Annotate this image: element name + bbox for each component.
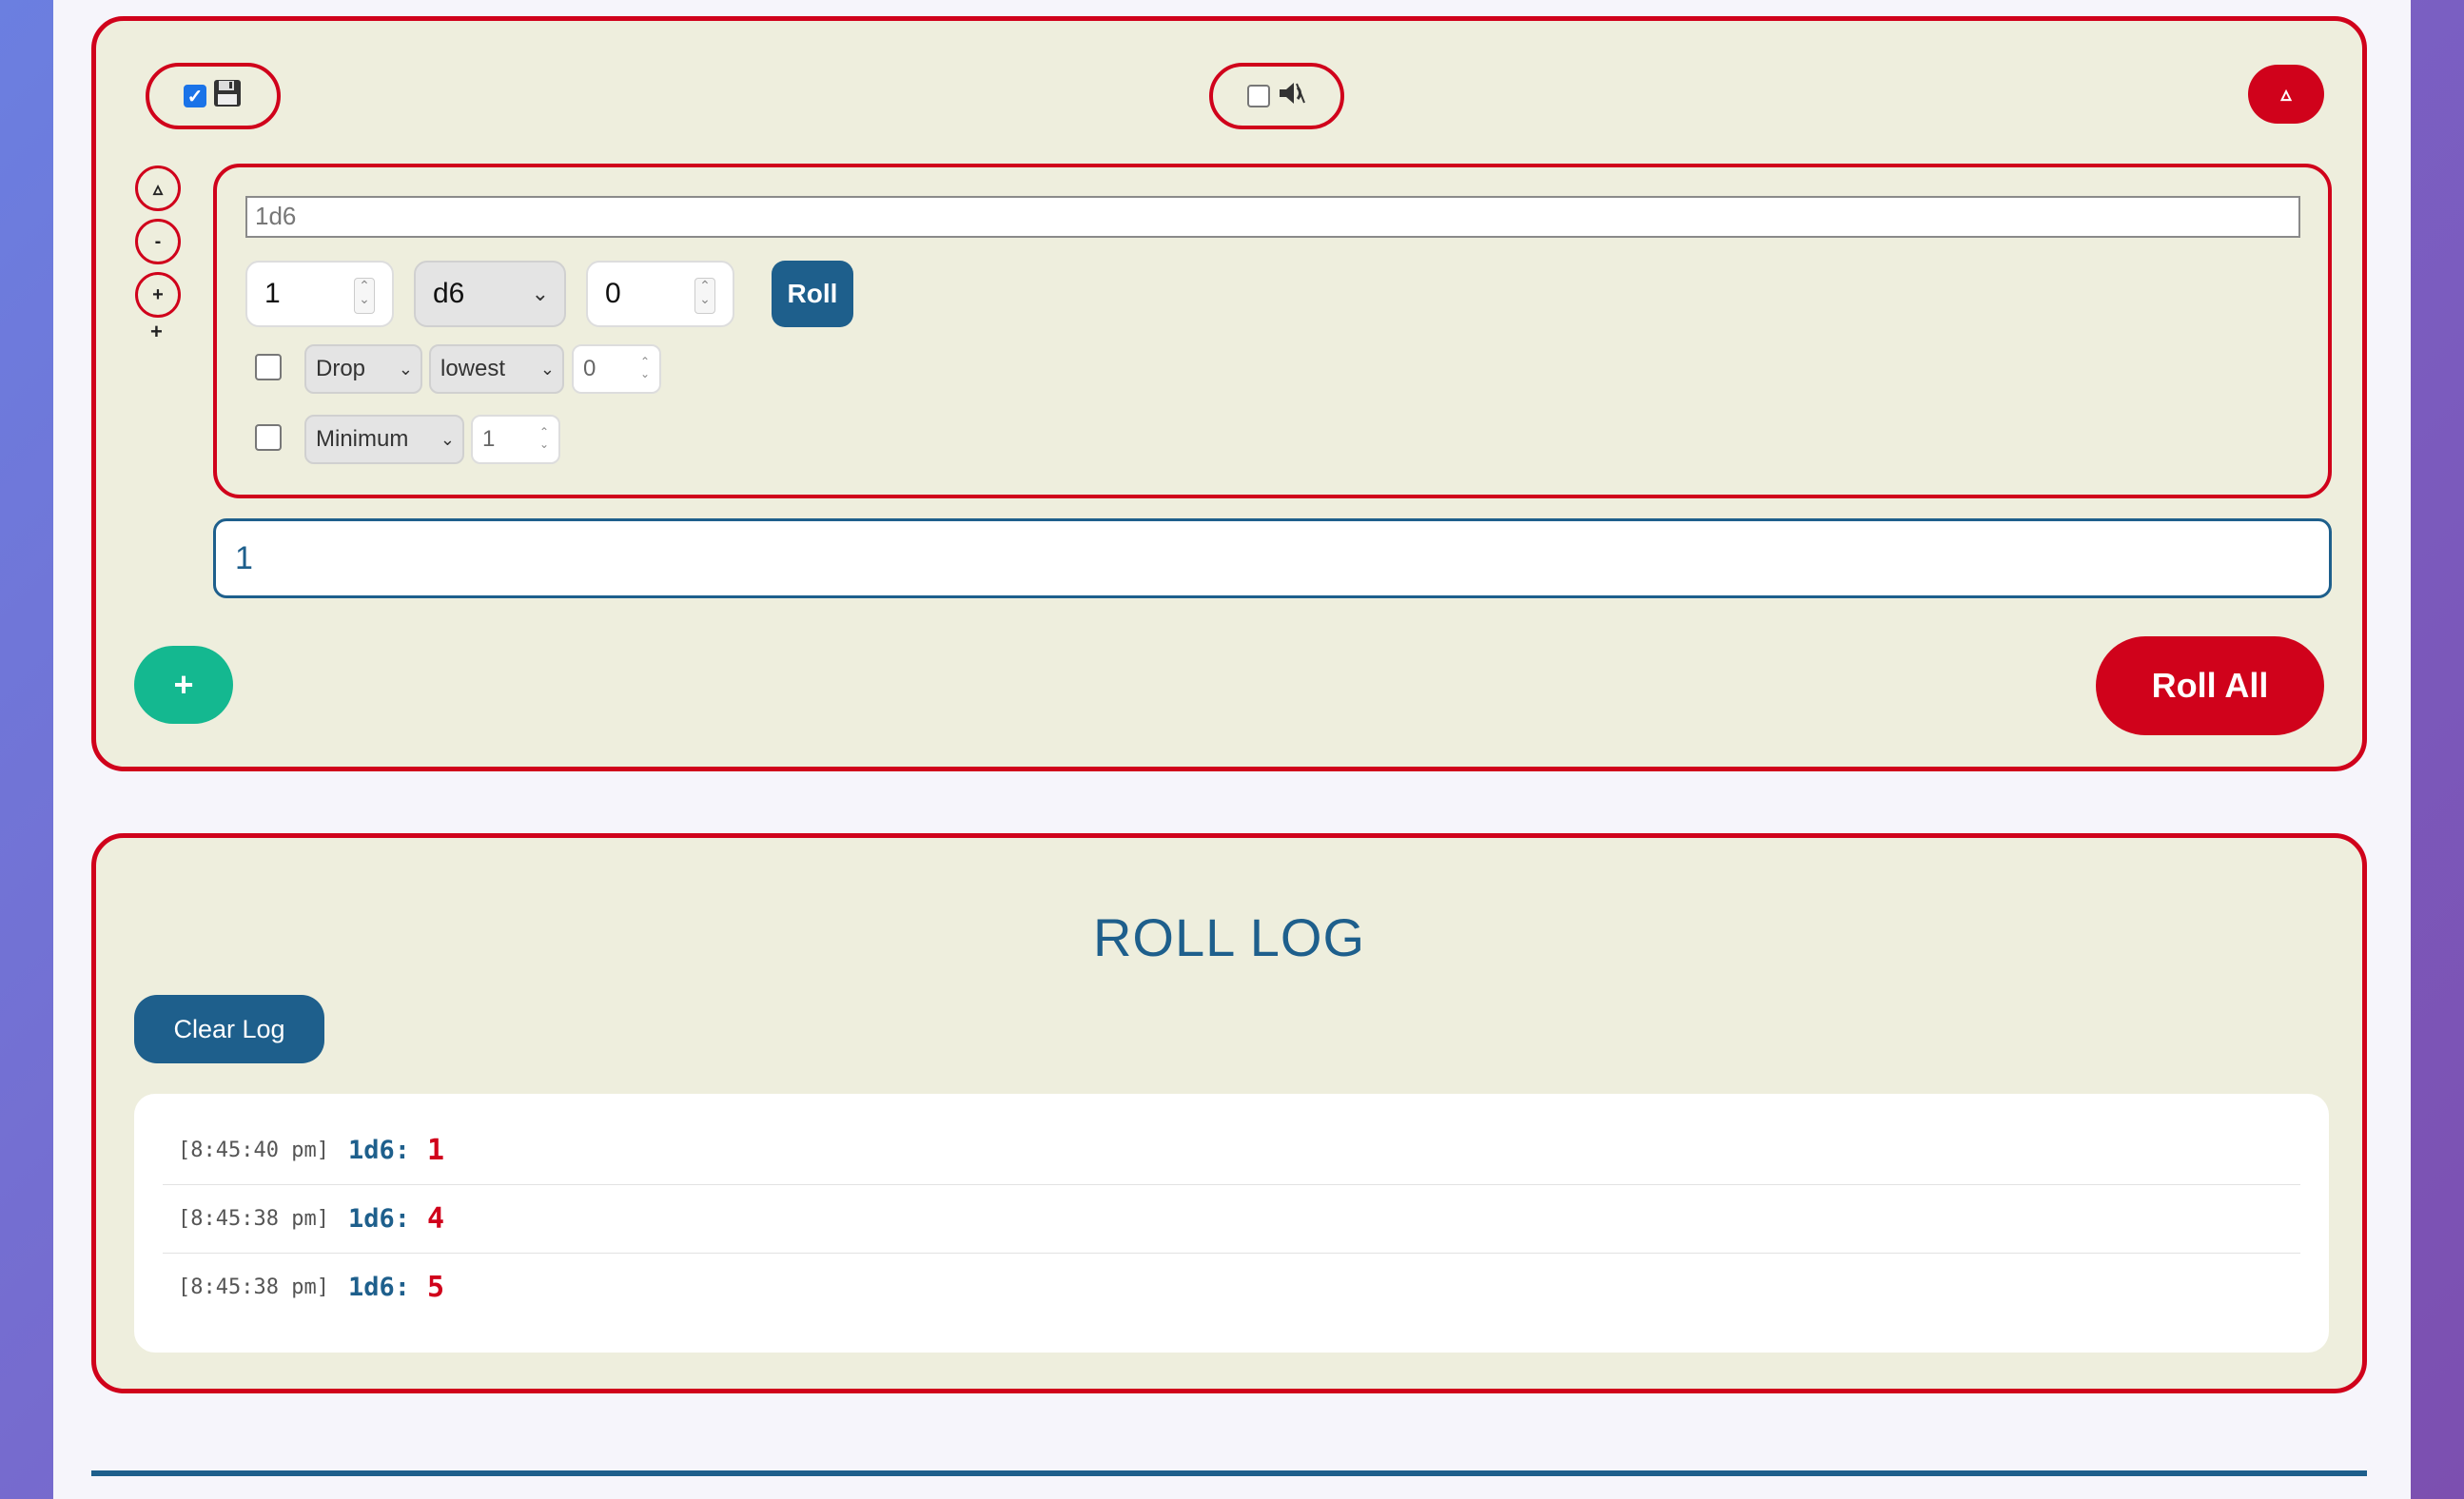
log-expression: 1d6: (347, 1204, 410, 1234)
page: ✓ ▵ ▵ - + + 1d6 1 ⌃ ⌄ d6 ⌄ 0 ⌃ ⌄ Roll Dr… (53, 0, 2411, 1499)
die-type-value: d6 (433, 278, 465, 309)
remove-group-button[interactable]: - (135, 219, 181, 264)
minimum-mode-value: Minimum (316, 426, 409, 452)
collapse-group-button[interactable]: ▵ (135, 165, 181, 211)
log-title: ROLL LOG (1092, 907, 1366, 967)
dice-count-input[interactable]: 1 ⌃ ⌄ (245, 261, 394, 327)
log-entry: [8:45:38 pm] 1d6: 5 (163, 1254, 2300, 1321)
drop-which-value: lowest (440, 356, 506, 381)
dice-panel: ✓ ▵ ▵ - + + 1d6 1 ⌃ ⌄ d6 ⌄ 0 ⌃ ⌄ Roll Dr… (91, 16, 2367, 771)
drop-mode-value: Drop (316, 356, 366, 381)
group-result: 1 (213, 518, 2332, 598)
chevron-down-icon: ⌄ (539, 359, 555, 379)
log-expression: 1d6: (347, 1273, 410, 1302)
log-value: 1 (426, 1134, 445, 1167)
sound-toggle[interactable] (1209, 63, 1344, 129)
log-time: [8:45:38 pm] (178, 1207, 329, 1231)
chevron-down-icon: ⌄ (531, 282, 549, 305)
modifier-value: 0 (605, 278, 621, 309)
clear-log-button[interactable]: Clear Log (134, 995, 324, 1063)
minimum-stepper-icon[interactable]: ⌃ ⌄ (539, 426, 549, 451)
footer-divider (91, 1470, 2367, 1476)
expression-input[interactable]: 1d6 (245, 196, 2300, 238)
log-entry: [8:45:38 pm] 1d6: 4 (163, 1185, 2300, 1254)
drop-amount-value: 0 (583, 356, 596, 381)
chevron-down-icon: ⌄ (398, 359, 413, 379)
add-die-button[interactable]: + (135, 272, 181, 318)
roll-log-panel: ROLL LOG Clear Log [8:45:40 pm] 1d6: 1 [… (91, 833, 2367, 1393)
dice-group: 1d6 1 ⌃ ⌄ d6 ⌄ 0 ⌃ ⌄ Roll Drop ⌄ lowest ⌄ (213, 164, 2332, 498)
minimum-checkbox[interactable] (255, 424, 282, 451)
dice-count-value: 1 (264, 278, 281, 309)
drop-checkbox[interactable] (255, 354, 282, 380)
log-time: [8:45:38 pm] (178, 1275, 329, 1299)
minimum-value-input[interactable]: 1 ⌃ ⌄ (471, 415, 560, 464)
sound-checkbox[interactable] (1247, 85, 1270, 107)
count-stepper-icon[interactable]: ⌃ ⌄ (354, 278, 375, 314)
roll-all-button[interactable]: Roll All (2096, 636, 2324, 735)
log-entry: [8:45:40 pm] 1d6: 1 (163, 1117, 2300, 1185)
add-group-button[interactable]: + (134, 646, 233, 724)
drop-which-select[interactable]: lowest ⌄ (429, 344, 564, 394)
log-expression: 1d6: (347, 1136, 410, 1165)
minimum-value: 1 (482, 426, 496, 452)
floppy-disk-icon (212, 78, 243, 114)
log-value: 5 (426, 1271, 445, 1304)
drop-amount-input[interactable]: 0 ⌃ ⌄ (572, 344, 661, 394)
drop-mode-select[interactable]: Drop ⌄ (304, 344, 422, 394)
log-value: 4 (426, 1202, 445, 1236)
chevron-down-icon: ⌄ (440, 429, 455, 449)
die-type-select[interactable]: d6 ⌄ (414, 261, 566, 327)
save-checkbox[interactable]: ✓ (184, 85, 206, 107)
roll-button[interactable]: Roll (772, 261, 853, 327)
log-time: [8:45:40 pm] (178, 1139, 329, 1162)
minimum-mode-select[interactable]: Minimum ⌄ (304, 415, 464, 464)
modifier-stepper-icon[interactable]: ⌃ ⌄ (694, 278, 715, 314)
speaker-icon (1276, 78, 1306, 114)
group-side-controls: ▵ - + + (135, 165, 183, 343)
log-list: [8:45:40 pm] 1d6: 1 [8:45:38 pm] 1d6: 4 … (134, 1094, 2329, 1353)
add-extra-label: + (150, 320, 163, 343)
drop-stepper-icon[interactable]: ⌃ ⌄ (640, 356, 650, 380)
modifier-input[interactable]: 0 ⌃ ⌄ (586, 261, 734, 327)
save-toggle[interactable]: ✓ (146, 63, 281, 129)
collapse-panel-button[interactable]: ▵ (2248, 65, 2324, 124)
